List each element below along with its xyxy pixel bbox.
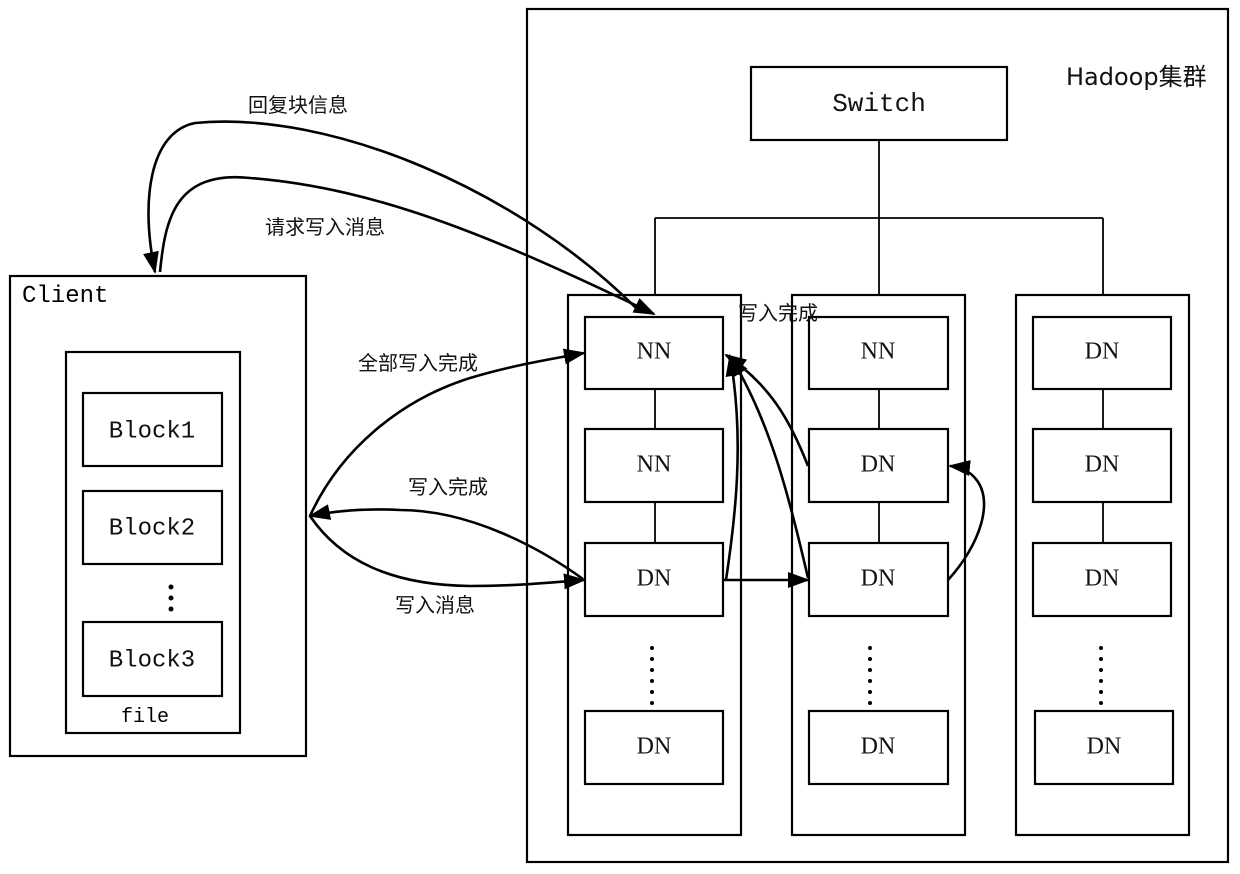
file-label: file <box>121 706 169 729</box>
hadoop-write-diagram: Hadoop集群 Switch NN NN DN DN NN DN DN DN … <box>8 7 1230 864</box>
cluster-label: Hadoop集群 <box>1066 63 1207 91</box>
rack-1: NN NN DN DN <box>566 293 743 837</box>
rack-2: NN DN DN DN <box>790 293 967 837</box>
node-label: DN <box>1085 339 1120 365</box>
node-label: DN <box>637 734 672 760</box>
node-label: NN <box>637 452 672 478</box>
label-request-write: 请求写入消息 <box>265 215 385 239</box>
label-reply-block-info: 回复块信息 <box>248 93 348 117</box>
node-label: DN <box>861 452 896 478</box>
node-label: DN <box>1087 734 1122 760</box>
rack-3: DN DN DN DN <box>1014 293 1191 837</box>
node-label: DN <box>861 734 896 760</box>
block-label: Block1 <box>109 418 195 445</box>
node-label: NN <box>861 339 896 365</box>
node-label: DN <box>861 566 896 592</box>
block-label: Block2 <box>109 515 195 542</box>
switch-label: Switch <box>832 89 926 119</box>
node-label: DN <box>637 566 672 592</box>
node-label: NN <box>637 339 672 365</box>
block-label: Block3 <box>109 647 195 674</box>
node-label: DN <box>1085 566 1120 592</box>
client: Client Block1 Block2 Block3 file <box>8 274 308 758</box>
label-write-done-top: 写入完成 <box>738 301 818 325</box>
ellipsis-dots <box>168 584 174 612</box>
label-write-done: 写入完成 <box>408 475 488 499</box>
client-label: Client <box>22 283 108 310</box>
label-all-write-done: 全部写入完成 <box>358 351 478 375</box>
label-write-message: 写入消息 <box>395 593 475 617</box>
node-label: DN <box>1085 452 1120 478</box>
